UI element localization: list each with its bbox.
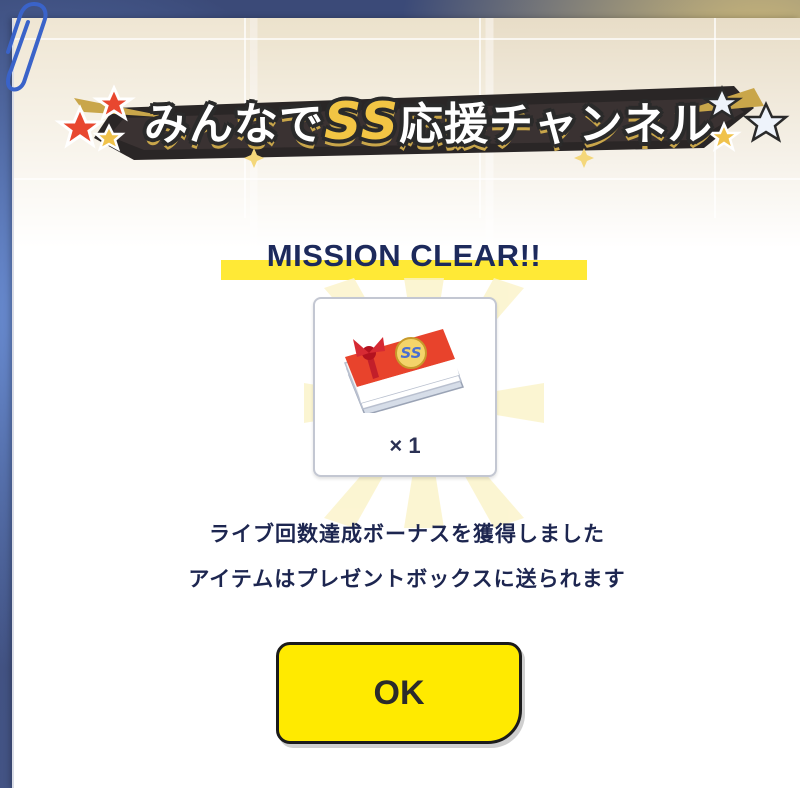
mission-clear-dialog: みんなでSS応援チャンネル MISSION CLEAR!! SS × 1 ライブ… [12, 18, 800, 788]
ok-button[interactable]: OK [276, 642, 522, 744]
event-banner: みんなでSS応援チャンネル [54, 78, 794, 168]
banner-title-prefix: みんなで [144, 99, 324, 150]
reward-item-card: SS × 1 [313, 297, 497, 477]
reward-quantity: × 1 [389, 433, 421, 458]
banner-title: みんなでSS応援チャンネル [144, 86, 712, 158]
banner-title-ss: SS [324, 92, 400, 152]
paper-clip-icon [5, 2, 48, 92]
mission-clear-text: MISSION CLEAR!! [266, 238, 542, 273]
reward-message-line1: ライブ回数達成ボーナスを獲得しました [209, 522, 605, 546]
reward-message-line2: アイテムはプレゼントボックスに送られます [188, 567, 626, 591]
banner-title-suffix: 応援チャンネル [399, 99, 713, 150]
ss-ticket-icon: SS [343, 329, 465, 413]
svg-text:SS: SS [400, 344, 421, 362]
ok-button-label: OK [373, 674, 425, 712]
mission-clear-heading: MISSION CLEAR!! [221, 234, 587, 282]
